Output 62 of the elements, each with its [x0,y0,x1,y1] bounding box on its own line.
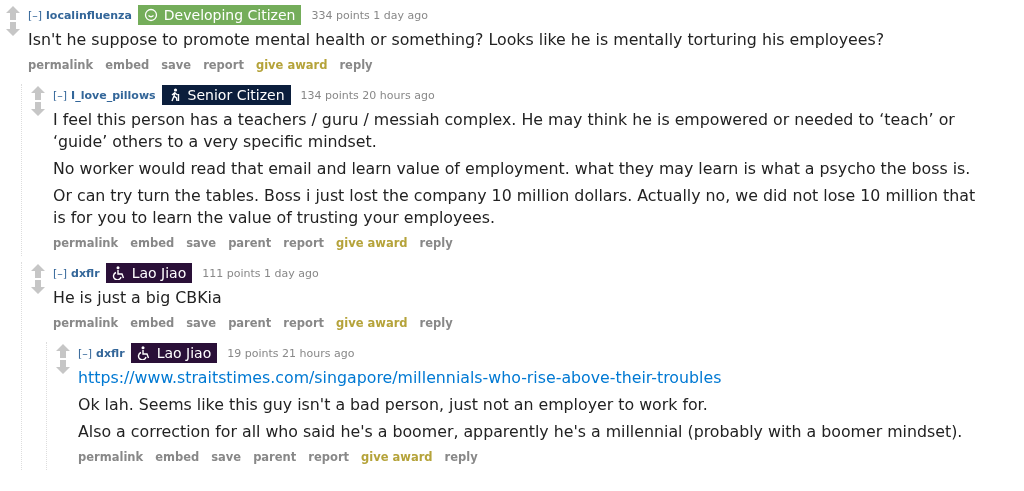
downvote-icon[interactable] [6,22,20,36]
action-link[interactable]: parent [228,316,272,330]
action-link[interactable]: permalink [28,58,94,72]
give-award-link[interactable]: give award [361,450,433,464]
action-link[interactable]: permalink [53,236,119,250]
user-flair: Lao Jiao [105,263,193,283]
action-link[interactable]: permalink [53,316,119,330]
author-link[interactable]: I_love_pillows [71,88,156,102]
score-and-time: 19 points 21 hours ago [227,346,355,360]
downvote-icon[interactable] [31,102,45,116]
action-link[interactable]: save [161,58,192,72]
action-link[interactable]: reply [419,316,453,330]
score-and-time: 134 points 20 hours ago [300,88,435,102]
author-link[interactable]: localinfluenza [46,8,132,22]
author-link[interactable]: dxflr [96,346,125,360]
action-link[interactable]: reply [444,450,478,464]
action-link[interactable]: embed [130,316,175,330]
upvote-icon[interactable] [56,344,70,358]
action-link[interactable]: save [186,236,217,250]
comment-text: No worker would read that email and learn value of employment. what they may learn is what a psycho the boss is. [53,158,972,180]
wheelchair-icon [111,266,126,280]
give-award-link[interactable]: give award [336,316,408,330]
smiley-icon [143,8,158,22]
user-flair: Developing Citizen [137,5,302,25]
user-flair: Lao Jiao [130,343,218,363]
score-and-time: 334 points 1 day ago [311,8,428,22]
action-link[interactable]: reply [419,236,453,250]
action-link[interactable]: report [283,236,325,250]
collapse-toggle[interactable]: [–] [78,346,93,360]
comment-text: Isn't he suppose to promote mental health or something? Looks like he is mentally torturing his employees? [28,29,886,51]
action-link[interactable]: report [203,58,244,72]
action-link[interactable]: embed [105,58,150,72]
comment-text: Ok lah. Seems like this guy isn't a bad person, just not an employer to work for. [78,394,709,416]
comment-text: Or can try turn the tables. Boss i just lost the company 10 million dollars. Actually no, we did not lose 10 million that is for you to learn the value of trusting your employees. [53,185,977,229]
article-link[interactable]: https://www.straitstimes.com/singapore/millennials-who-rise-above-their-troubles [78,368,722,387]
upvote-icon[interactable] [6,6,20,20]
score-and-time: 111 points 1 day ago [202,266,319,280]
user-flair: Senior Citizen [161,85,291,105]
comment-text: He is just a big CBKia [53,287,223,309]
action-link[interactable]: parent [228,236,272,250]
author-link[interactable]: dxflr [71,266,100,280]
action-link[interactable]: permalink [78,450,144,464]
give-award-link[interactable]: give award [255,58,328,72]
upvote-icon[interactable] [31,86,45,100]
comment-text: I feel this person has a teachers / guru / messiah complex. He may think he is empowered or needed to ‘teach’ or ‘guide’ others to a very specific mindset. [53,109,956,153]
collapse-toggle[interactable]: [–] [53,88,68,102]
upvote-icon[interactable] [31,264,45,278]
action-link[interactable]: save [211,450,242,464]
comment-text: Also a correction for all who said he's a boomer, apparently he's a millennial (probably with a boomer mindset). [78,421,964,443]
action-link[interactable]: report [283,316,325,330]
action-link[interactable]: embed [155,450,200,464]
action-link[interactable]: save [186,316,217,330]
give-award-link[interactable]: give award [336,236,408,250]
action-link[interactable]: parent [253,450,297,464]
downvote-icon[interactable] [31,280,45,294]
collapse-toggle[interactable]: [–] [28,8,43,22]
collapse-toggle[interactable]: [–] [53,266,68,280]
action-link[interactable]: embed [130,236,175,250]
downvote-icon[interactable] [56,360,70,374]
action-link[interactable]: reply [339,58,373,72]
action-link[interactable]: report [308,450,350,464]
wheelchair-icon [136,346,151,360]
